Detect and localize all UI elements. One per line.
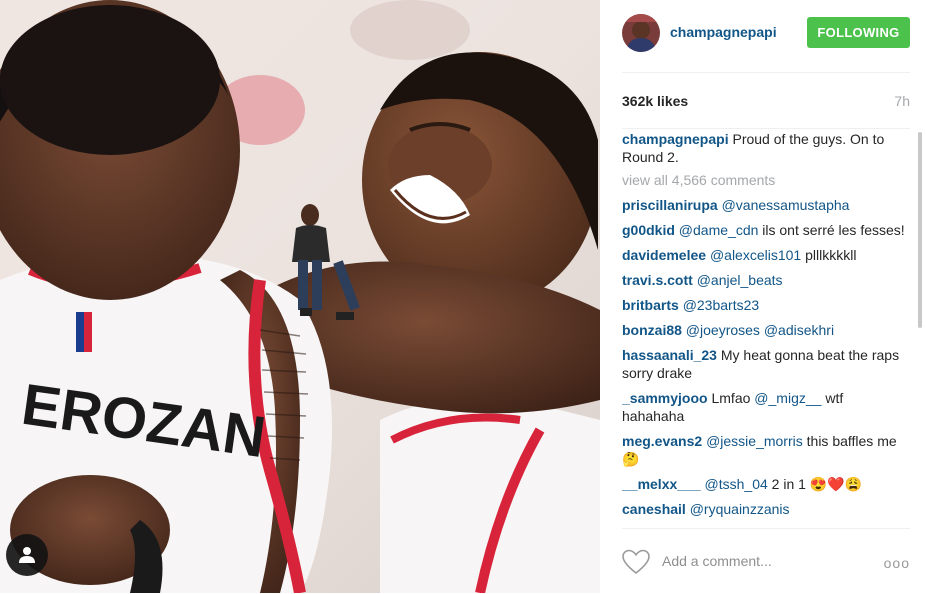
comment-username[interactable]: davidemelee <box>622 247 706 263</box>
comment-item: priscillanirupa @vanessamustapha <box>622 196 908 214</box>
post-timestamp[interactable]: 7h <box>894 93 910 109</box>
view-all-comments-link[interactable]: view all 4,566 comments <box>622 171 908 189</box>
comments-list[interactable]: champagnepapi Proud of the guys. On to R… <box>622 130 908 528</box>
likes-count[interactable]: 362k likes <box>622 93 688 109</box>
comment-mention[interactable]: @anjel_beats <box>697 272 783 288</box>
comment-item: __melxx___ @tssh_04 2 in 1 😍❤️😩 <box>622 475 908 493</box>
comment-mention[interactable]: @ryquainzzanis <box>690 501 790 517</box>
comment-username[interactable]: meg.evans2 <box>622 433 702 449</box>
comment-username[interactable]: g00dkid <box>622 222 675 238</box>
comment-item: meg.evans2 @jessie_morris this baffles m… <box>622 432 908 468</box>
comment-mention[interactable]: @_migz__ <box>754 390 821 406</box>
comment-mention[interactable]: @dame_cdn <box>679 222 759 238</box>
author-username[interactable]: champagnepapi <box>670 24 777 40</box>
avatar-image <box>622 14 660 52</box>
comment-username[interactable]: _sammyjooo <box>622 390 708 406</box>
comment-mention[interactable]: @tssh_04 <box>705 476 768 492</box>
comment-username[interactable]: priscillanirupa <box>622 197 718 213</box>
comment-item: britbarts @23barts23 <box>622 296 908 314</box>
comment-item: g00dkid @dame_cdn ils ont serré les fess… <box>622 221 908 239</box>
caption: champagnepapi Proud of the guys. On to R… <box>622 130 908 166</box>
comment-username[interactable]: hassaanali_23 <box>622 347 717 363</box>
comment-text: ils ont serré les fesses! <box>762 222 905 238</box>
comment-mention[interactable]: @vanessamustapha <box>722 197 850 213</box>
comment-bar: Add a comment... ooo <box>622 528 910 594</box>
comment-mention[interactable]: @alexcelis101 <box>710 247 801 263</box>
comment-item: hassaanali_23 My heat gonna beat the rap… <box>622 346 908 382</box>
comment-item: travi.s.cott @anjel_beats <box>622 271 908 289</box>
person-tag-icon <box>19 547 35 563</box>
comment-mention[interactable]: @23barts23 <box>683 297 759 313</box>
comment-item: davidemelee @alexcelis101 plllkkkkll <box>622 246 908 264</box>
photo-illustration: ERОZAN <box>0 0 600 593</box>
comment-mention[interactable]: @joeyroses @adisekhri <box>686 322 834 338</box>
comment-text: plllkkkkll <box>805 247 857 263</box>
post-sidebar: champagnepapi FOLLOWING 362k likes 7h ch… <box>600 0 926 593</box>
comment-text: Lmfao <box>711 390 751 406</box>
tag-people-button[interactable] <box>6 534 48 576</box>
comment-item: _sammyjooo Lmfao @_migz__ wtf hahahaha <box>622 389 908 425</box>
comment-mention[interactable]: @jessie_morris <box>706 433 803 449</box>
comments-scrollbar[interactable] <box>918 132 922 328</box>
comment-item: bonzai88 @joeyroses @adisekhri <box>622 321 908 339</box>
heart-icon[interactable] <box>622 549 650 575</box>
comment-username[interactable]: britbarts <box>622 297 679 313</box>
comment-username[interactable]: caneshail <box>622 501 686 517</box>
add-comment-input[interactable]: Add a comment... <box>662 553 772 569</box>
comment-username[interactable]: travi.s.cott <box>622 272 693 288</box>
comment-username[interactable]: bonzai88 <box>622 322 682 338</box>
post-header: champagnepapi FOLLOWING <box>622 0 910 73</box>
more-options-icon[interactable]: ooo <box>884 555 910 571</box>
post-stats: 362k likes 7h <box>622 72 910 129</box>
comment-item: caneshail @ryquainzzanis <box>622 500 908 518</box>
following-button[interactable]: FOLLOWING <box>807 17 910 48</box>
post-photo[interactable]: ERОZAN <box>0 0 600 593</box>
comment-username[interactable]: __melxx___ <box>622 476 701 492</box>
avatar[interactable] <box>622 14 660 52</box>
comment-text: 2 in 1 😍❤️😩 <box>771 476 863 492</box>
caption-username[interactable]: champagnepapi <box>622 131 729 147</box>
